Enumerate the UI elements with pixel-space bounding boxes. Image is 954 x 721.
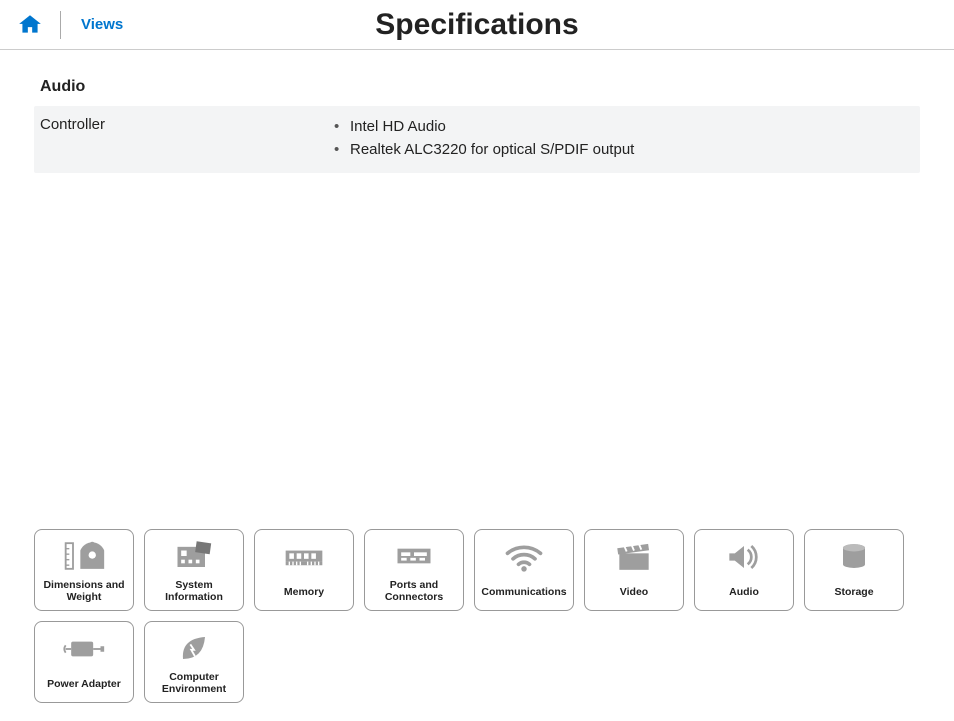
- header-bar: Views Specifications: [0, 0, 954, 50]
- leaf-icon: [147, 626, 241, 671]
- motherboard-icon: [147, 534, 241, 579]
- ruler-weight-icon: [37, 534, 131, 579]
- spec-value-item: Realtek ALC3220 for optical S/PDIF outpu…: [330, 139, 914, 162]
- tile-computer-environment[interactable]: Computer Environment: [144, 621, 244, 703]
- page-title: Specifications: [0, 8, 954, 42]
- clapperboard-icon: [587, 534, 681, 580]
- spec-row: Controller Intel HD Audio Realtek ALC322…: [34, 106, 920, 173]
- tile-label: Memory: [284, 580, 324, 604]
- tile-label: Audio: [729, 580, 759, 604]
- spec-row-label: Controller: [40, 116, 330, 161]
- tile-label: Computer Environment: [162, 671, 226, 696]
- memory-icon: [257, 534, 351, 580]
- home-icon: [17, 12, 43, 38]
- tile-communications[interactable]: Communications: [474, 529, 574, 611]
- tile-system-information[interactable]: System Information: [144, 529, 244, 611]
- tile-dimensions-weight[interactable]: Dimensions and Weight: [34, 529, 134, 611]
- section-title: Audio: [34, 78, 920, 106]
- tile-label: Power Adapter: [47, 672, 121, 696]
- tile-ports-connectors[interactable]: Ports and Connectors: [364, 529, 464, 611]
- content-area: Audio Controller Intel HD Audio Realtek …: [0, 50, 954, 173]
- views-link[interactable]: Views: [65, 16, 139, 33]
- tile-audio[interactable]: Audio: [694, 529, 794, 611]
- spec-row-values: Intel HD Audio Realtek ALC3220 for optic…: [330, 116, 914, 161]
- spec-value-item: Intel HD Audio: [330, 116, 914, 139]
- tile-power-adapter[interactable]: Power Adapter: [34, 621, 134, 703]
- tile-video[interactable]: Video: [584, 529, 684, 611]
- tile-storage[interactable]: Storage: [804, 529, 904, 611]
- power-adapter-icon: [37, 626, 131, 672]
- tile-label: Communications: [481, 580, 566, 604]
- ports-icon: [367, 534, 461, 579]
- header-divider: [60, 11, 61, 39]
- tiles-row: Dimensions and Weight System Information: [34, 529, 934, 703]
- tile-label: Dimensions and Weight: [43, 579, 124, 604]
- wifi-icon: [477, 534, 571, 580]
- tile-label: Ports and Connectors: [385, 579, 443, 604]
- home-button[interactable]: [0, 12, 60, 38]
- tile-memory[interactable]: Memory: [254, 529, 354, 611]
- tile-label: Storage: [834, 580, 873, 604]
- storage-icon: [807, 534, 901, 580]
- tile-label: System Information: [165, 579, 223, 604]
- tile-label: Video: [620, 580, 648, 604]
- speaker-icon: [697, 534, 791, 580]
